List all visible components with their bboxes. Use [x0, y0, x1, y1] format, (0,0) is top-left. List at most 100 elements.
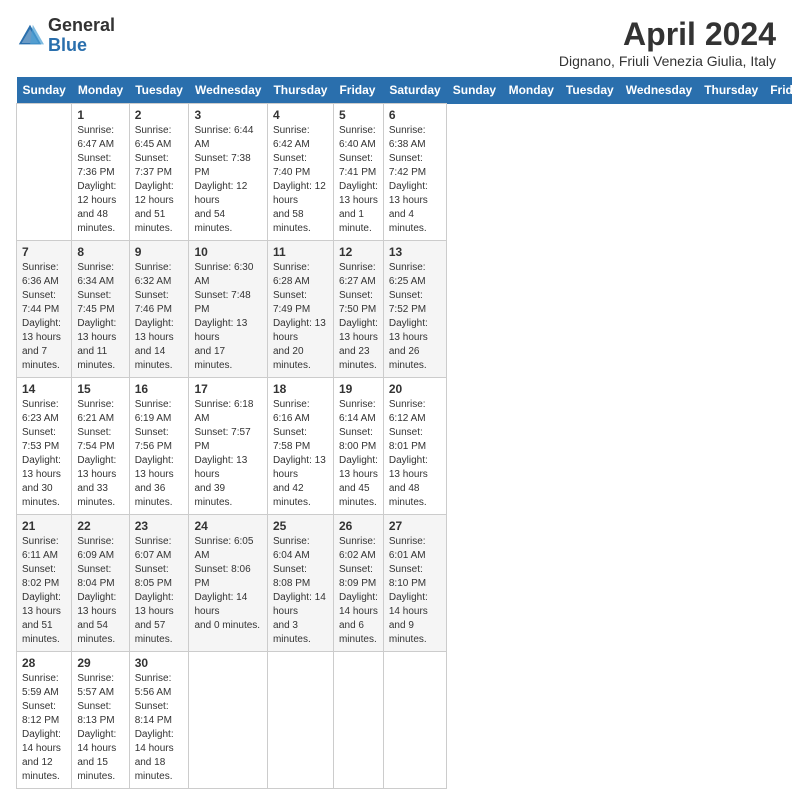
day-info: Sunrise: 6:44 AM Sunset: 7:38 PM Dayligh… — [194, 124, 261, 236]
day-number: 13 — [389, 245, 441, 259]
calendar-cell: 5Sunrise: 6:40 AM Sunset: 7:41 PM Daylig… — [333, 104, 383, 241]
day-number: 23 — [135, 519, 184, 533]
day-number: 2 — [135, 108, 184, 122]
day-info: Sunrise: 5:56 AM Sunset: 8:14 PM Dayligh… — [135, 672, 184, 784]
header-day-wednesday: Wednesday — [620, 77, 698, 104]
day-number: 9 — [135, 245, 184, 259]
day-number: 6 — [389, 108, 441, 122]
day-number: 20 — [389, 382, 441, 396]
calendar-cell: 9 Sunrise: 6:32 AM Sunset: 7:46 PM Daylig… — [129, 241, 189, 378]
header-day-thursday: Thursday — [698, 77, 764, 104]
day-number: 22 — [77, 519, 123, 533]
day-number: 4 — [273, 108, 328, 122]
calendar-cell: 22 Sunrise: 6:09 AM Sunset: 8:04 PM Dayli… — [72, 515, 129, 652]
day-number: 26 — [339, 519, 378, 533]
day-info: Sunrise: 6:07 AM Sunset: 8:05 PM Dayligh… — [135, 535, 184, 647]
day-info: Sunrise: 6:14 AM Sunset: 8:00 PM Dayligh… — [339, 398, 378, 510]
calendar-week-row: 7 Sunrise: 6:36 AM Sunset: 7:44 PM Daylig… — [17, 241, 792, 378]
calendar-header-wednesday: Wednesday — [189, 77, 267, 104]
day-info: Sunrise: 6:27 AM Sunset: 7:50 PM Dayligh… — [339, 261, 378, 373]
day-info: Sunrise: 6:16 AM Sunset: 7:58 PM Dayligh… — [273, 398, 328, 510]
calendar-cell: 26 Sunrise: 6:02 AM Sunset: 8:09 PM Dayli… — [333, 515, 383, 652]
calendar-cell: 14 Sunrise: 6:23 AM Sunset: 7:53 PM Dayli… — [17, 378, 72, 515]
calendar-cell: 3 Sunrise: 6:44 AM Sunset: 7:38 PM Daylig… — [189, 104, 267, 241]
day-info: Sunrise: 5:59 AM Sunset: 8:12 PM Dayligh… — [22, 672, 66, 784]
calendar-cell: 4 Sunrise: 6:42 AM Sunset: 7:40 PM Daylig… — [267, 104, 333, 241]
day-info: Sunrise: 6:28 AM Sunset: 7:49 PM Dayligh… — [273, 261, 328, 373]
day-info: Sunrise: 6:02 AM Sunset: 8:09 PM Dayligh… — [339, 535, 378, 647]
logo-blue: Blue — [48, 36, 115, 56]
day-info: Sunrise: 6:11 AM Sunset: 8:02 PM Dayligh… — [22, 535, 66, 647]
day-info: Sunrise: 6:45 AM Sunset: 7:37 PM Dayligh… — [135, 124, 184, 236]
header-day-sunday: Sunday — [447, 77, 503, 104]
logo-general: General — [48, 16, 115, 36]
main-title: April 2024 — [559, 16, 776, 53]
day-info: Sunrise: 6:09 AM Sunset: 8:04 PM Dayligh… — [77, 535, 123, 647]
day-info: Sunrise: 6:38 AM Sunset: 7:42 PM Dayligh… — [389, 124, 441, 236]
day-number: 25 — [273, 519, 328, 533]
day-info: Sunrise: 6:01 AM Sunset: 8:10 PM Dayligh… — [389, 535, 441, 647]
day-info: Sunrise: 6:36 AM Sunset: 7:44 PM Dayligh… — [22, 261, 66, 373]
day-number: 12 — [339, 245, 378, 259]
calendar-header-sunday: Sunday — [17, 77, 72, 104]
calendar-cell: 15Sunrise: 6:21 AM Sunset: 7:54 PM Dayli… — [72, 378, 129, 515]
day-number: 10 — [194, 245, 261, 259]
calendar-cell: 16 Sunrise: 6:19 AM Sunset: 7:56 PM Dayli… — [129, 378, 189, 515]
calendar-cell: 29 Sunrise: 5:57 AM Sunset: 8:13 PM Dayli… — [72, 652, 129, 789]
day-number: 21 — [22, 519, 66, 533]
day-number: 19 — [339, 382, 378, 396]
day-number: 7 — [22, 245, 66, 259]
calendar-table: SundayMondayTuesdayWednesdayThursdayFrid… — [16, 77, 792, 789]
day-info: Sunrise: 6:25 AM Sunset: 7:52 PM Dayligh… — [389, 261, 441, 373]
day-number: 18 — [273, 382, 328, 396]
subtitle: Dignano, Friuli Venezia Giulia, Italy — [559, 53, 776, 69]
calendar-cell: 6 Sunrise: 6:38 AM Sunset: 7:42 PM Daylig… — [383, 104, 446, 241]
calendar-cell — [383, 652, 446, 789]
day-number: 24 — [194, 519, 261, 533]
day-info: Sunrise: 6:19 AM Sunset: 7:56 PM Dayligh… — [135, 398, 184, 510]
calendar-cell: 12 Sunrise: 6:27 AM Sunset: 7:50 PM Dayli… — [333, 241, 383, 378]
calendar-cell: 21 Sunrise: 6:11 AM Sunset: 8:02 PM Dayli… — [17, 515, 72, 652]
calendar-cell — [333, 652, 383, 789]
calendar-week-row: 21 Sunrise: 6:11 AM Sunset: 8:02 PM Dayli… — [17, 515, 792, 652]
day-info: Sunrise: 6:32 AM Sunset: 7:46 PM Dayligh… — [135, 261, 184, 373]
day-number: 3 — [194, 108, 261, 122]
calendar-cell: 13 Sunrise: 6:25 AM Sunset: 7:52 PM Dayli… — [383, 241, 446, 378]
day-number: 14 — [22, 382, 66, 396]
calendar-cell: 24 Sunrise: 6:05 AM Sunset: 8:06 PM Dayli… — [189, 515, 267, 652]
calendar-header-saturday: Saturday — [383, 77, 446, 104]
day-info: Sunrise: 6:18 AM Sunset: 7:57 PM Dayligh… — [194, 398, 261, 510]
day-number: 30 — [135, 656, 184, 670]
calendar-cell: 17Sunrise: 6:18 AM Sunset: 7:57 PM Dayli… — [189, 378, 267, 515]
day-info: Sunrise: 6:05 AM Sunset: 8:06 PM Dayligh… — [194, 535, 261, 633]
day-info: Sunrise: 6:47 AM Sunset: 7:36 PM Dayligh… — [77, 124, 123, 236]
calendar-cell: 23 Sunrise: 6:07 AM Sunset: 8:05 PM Dayli… — [129, 515, 189, 652]
calendar-cell: 20Sunrise: 6:12 AM Sunset: 8:01 PM Dayli… — [383, 378, 446, 515]
calendar-cell: 19 Sunrise: 6:14 AM Sunset: 8:00 PM Dayli… — [333, 378, 383, 515]
calendar-header-tuesday: Tuesday — [129, 77, 189, 104]
day-number: 29 — [77, 656, 123, 670]
title-block: April 2024 Dignano, Friuli Venezia Giuli… — [559, 16, 776, 69]
day-number: 16 — [135, 382, 184, 396]
calendar-cell — [189, 652, 267, 789]
page-header: General Blue April 2024 Dignano, Friuli … — [16, 16, 776, 69]
calendar-cell: 25 Sunrise: 6:04 AM Sunset: 8:08 PM Dayli… — [267, 515, 333, 652]
logo: General Blue — [16, 16, 115, 56]
day-number: 27 — [389, 519, 441, 533]
calendar-header-monday: Monday — [72, 77, 129, 104]
day-info: Sunrise: 6:34 AM Sunset: 7:45 PM Dayligh… — [77, 261, 123, 373]
day-info: Sunrise: 6:21 AM Sunset: 7:54 PM Dayligh… — [77, 398, 123, 510]
day-info: Sunrise: 5:57 AM Sunset: 8:13 PM Dayligh… — [77, 672, 123, 784]
day-info: Sunrise: 6:23 AM Sunset: 7:53 PM Dayligh… — [22, 398, 66, 510]
day-info: Sunrise: 6:42 AM Sunset: 7:40 PM Dayligh… — [273, 124, 328, 236]
day-info: Sunrise: 6:30 AM Sunset: 7:48 PM Dayligh… — [194, 261, 261, 373]
calendar-week-row: 14 Sunrise: 6:23 AM Sunset: 7:53 PM Dayli… — [17, 378, 792, 515]
calendar-cell: 18 Sunrise: 6:16 AM Sunset: 7:58 PM Dayli… — [267, 378, 333, 515]
calendar-cell: 27 Sunrise: 6:01 AM Sunset: 8:10 PM Dayli… — [383, 515, 446, 652]
day-info: Sunrise: 6:04 AM Sunset: 8:08 PM Dayligh… — [273, 535, 328, 647]
day-number: 5 — [339, 108, 378, 122]
calendar-cell — [267, 652, 333, 789]
calendar-header-row: SundayMondayTuesdayWednesdayThursdayFrid… — [17, 77, 792, 104]
calendar-week-row: 1Sunrise: 6:47 AM Sunset: 7:36 PM Daylig… — [17, 104, 792, 241]
calendar-cell: 8Sunrise: 6:34 AM Sunset: 7:45 PM Daylig… — [72, 241, 129, 378]
